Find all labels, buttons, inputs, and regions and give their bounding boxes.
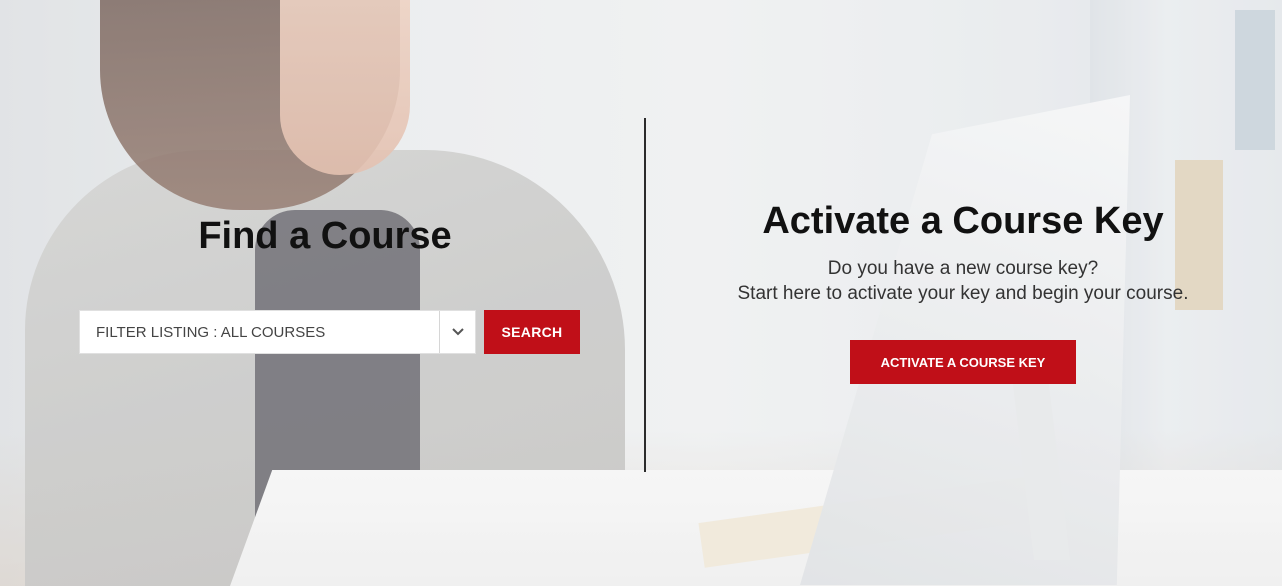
activate-subtitle-line1: Do you have a new course key? [827, 258, 1099, 279]
activate-subtitle-line2: Start here to activate your key and begi… [737, 283, 1189, 304]
section-divider [644, 118, 646, 472]
filter-selected-value: FILTER LISTING : ALL COURSES [96, 323, 326, 341]
activate-course-key-button[interactable]: ACTIVATE A COURSE KEY [850, 340, 1076, 384]
hero-banner: Find a Course FILTER LISTING : ALL COURS… [0, 0, 1282, 586]
find-course-title: Find a Course [198, 215, 452, 257]
filter-listing-select[interactable]: FILTER LISTING : ALL COURSES [79, 310, 476, 354]
search-button[interactable]: SEARCH [484, 310, 580, 354]
activate-key-subtitle: Do you have a new course key? Start here… [680, 256, 1246, 306]
chevron-down-icon[interactable] [439, 311, 475, 353]
activate-key-title: Activate a Course Key [762, 200, 1164, 242]
